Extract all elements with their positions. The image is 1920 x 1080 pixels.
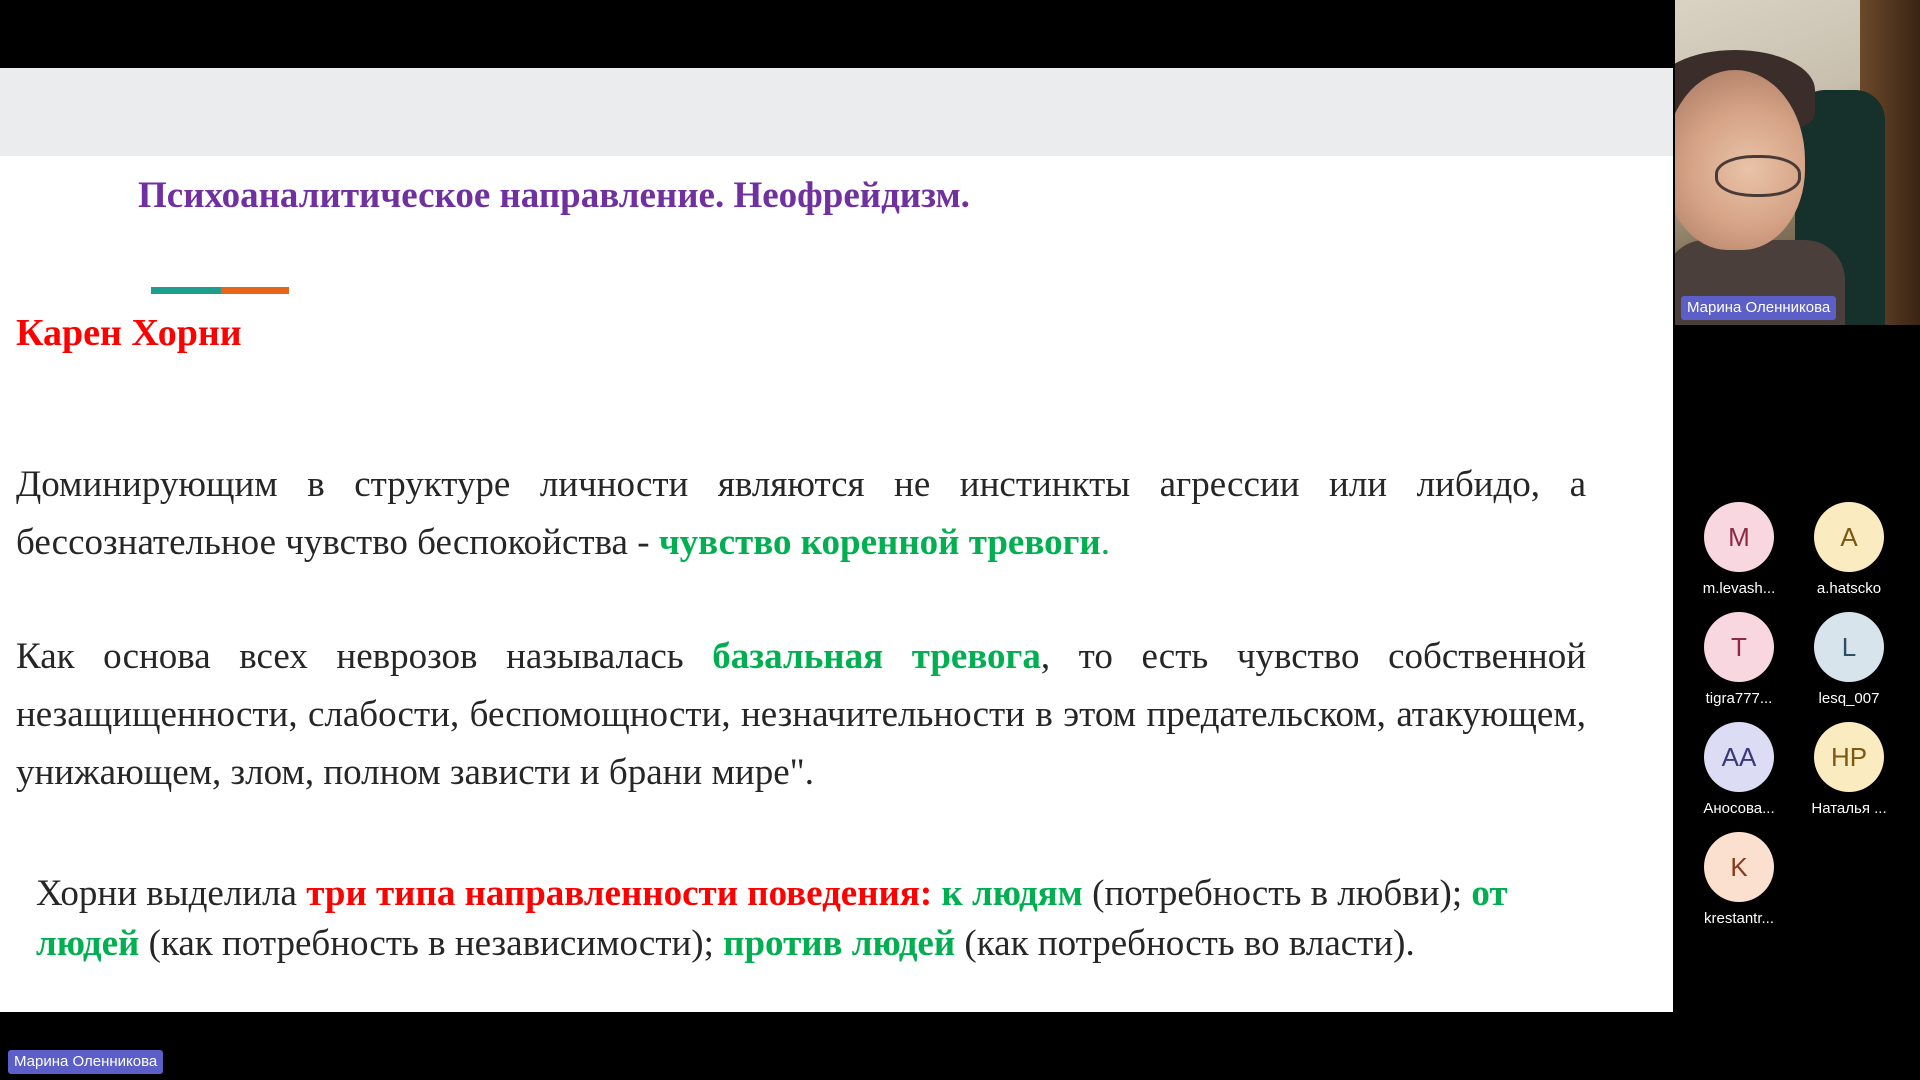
participant-tile[interactable]: Aa.hatscko <box>1794 502 1904 597</box>
shared-slide: Психоаналитическое направление. Неофрейд… <box>0 68 1673 1012</box>
presenter-name-tag: Марина Оленникова <box>8 1050 164 1074</box>
slide-paragraph-1: Доминирующим в структуре личности являют… <box>16 456 1586 572</box>
slide-paragraph-2: Как основа всех неврозов называлась база… <box>16 628 1586 802</box>
participant-avatar: A <box>1814 502 1884 572</box>
slide-title: Психоаналитическое направление. Неофрейд… <box>138 175 970 216</box>
slide-header-band <box>0 68 1673 156</box>
participant-name: a.hatscko <box>1816 580 1882 597</box>
participant-tile[interactable]: НР Наталья ... <box>1794 722 1904 817</box>
accent-bar <box>151 287 289 294</box>
para1-end: . <box>1100 522 1110 563</box>
participant-tile[interactable]: Kkrestantr... <box>1684 832 1794 927</box>
para3-text-2: (как потребность в независимости); <box>139 923 724 964</box>
participant-name: krestantr... <box>1703 910 1775 927</box>
participant-tile[interactable]: AA Аносова... <box>1684 722 1794 817</box>
para3-green-3: против людей <box>723 923 956 964</box>
accent-bar-teal <box>151 287 221 294</box>
para3-text-3: (как потребность во власти). <box>955 923 1415 964</box>
speaker-glasses <box>1715 155 1801 197</box>
speaker-name-tag: Марина Оленникова <box>1681 296 1837 320</box>
para3-green-1: к людям <box>932 873 1083 914</box>
participant-avatar: AA <box>1704 722 1774 792</box>
para1-highlight: чувство коренной тревоги <box>658 522 1101 563</box>
participant-name: Аносова... <box>1703 800 1775 817</box>
slide-heading: Карен Хорни <box>16 312 242 354</box>
participant-name: lesq_007 <box>1818 690 1880 707</box>
participant-avatar: L <box>1814 612 1884 682</box>
participant-tile[interactable]: Ttigra777... <box>1684 612 1794 707</box>
para3-red: три типа направленности поведения: <box>306 873 933 914</box>
para3-text-1: (потребность в любви); <box>1082 873 1472 914</box>
para3-start: Хорни выделила <box>36 873 307 914</box>
slide-paragraph-3: Хорни выделила три типа направленности п… <box>36 869 1576 969</box>
speaker-video-tile[interactable] <box>1675 0 1920 325</box>
participant-name: tigra777... <box>1705 690 1773 707</box>
participant-name: Наталья ... <box>1811 800 1887 817</box>
participant-tile[interactable]: Llesq_007 <box>1794 612 1904 707</box>
participant-avatar: M <box>1704 502 1774 572</box>
participant-avatar: T <box>1704 612 1774 682</box>
participant-tile[interactable]: Mm.levash... <box>1684 502 1794 597</box>
participant-name: m.levash... <box>1702 580 1776 597</box>
participant-avatar: НР <box>1814 722 1884 792</box>
participant-avatar: K <box>1704 832 1774 902</box>
para2-start: Как основа всех неврозов называлась <box>16 636 713 677</box>
accent-bar-orange <box>221 287 289 294</box>
para2-highlight: базальная тревога <box>712 636 1041 677</box>
